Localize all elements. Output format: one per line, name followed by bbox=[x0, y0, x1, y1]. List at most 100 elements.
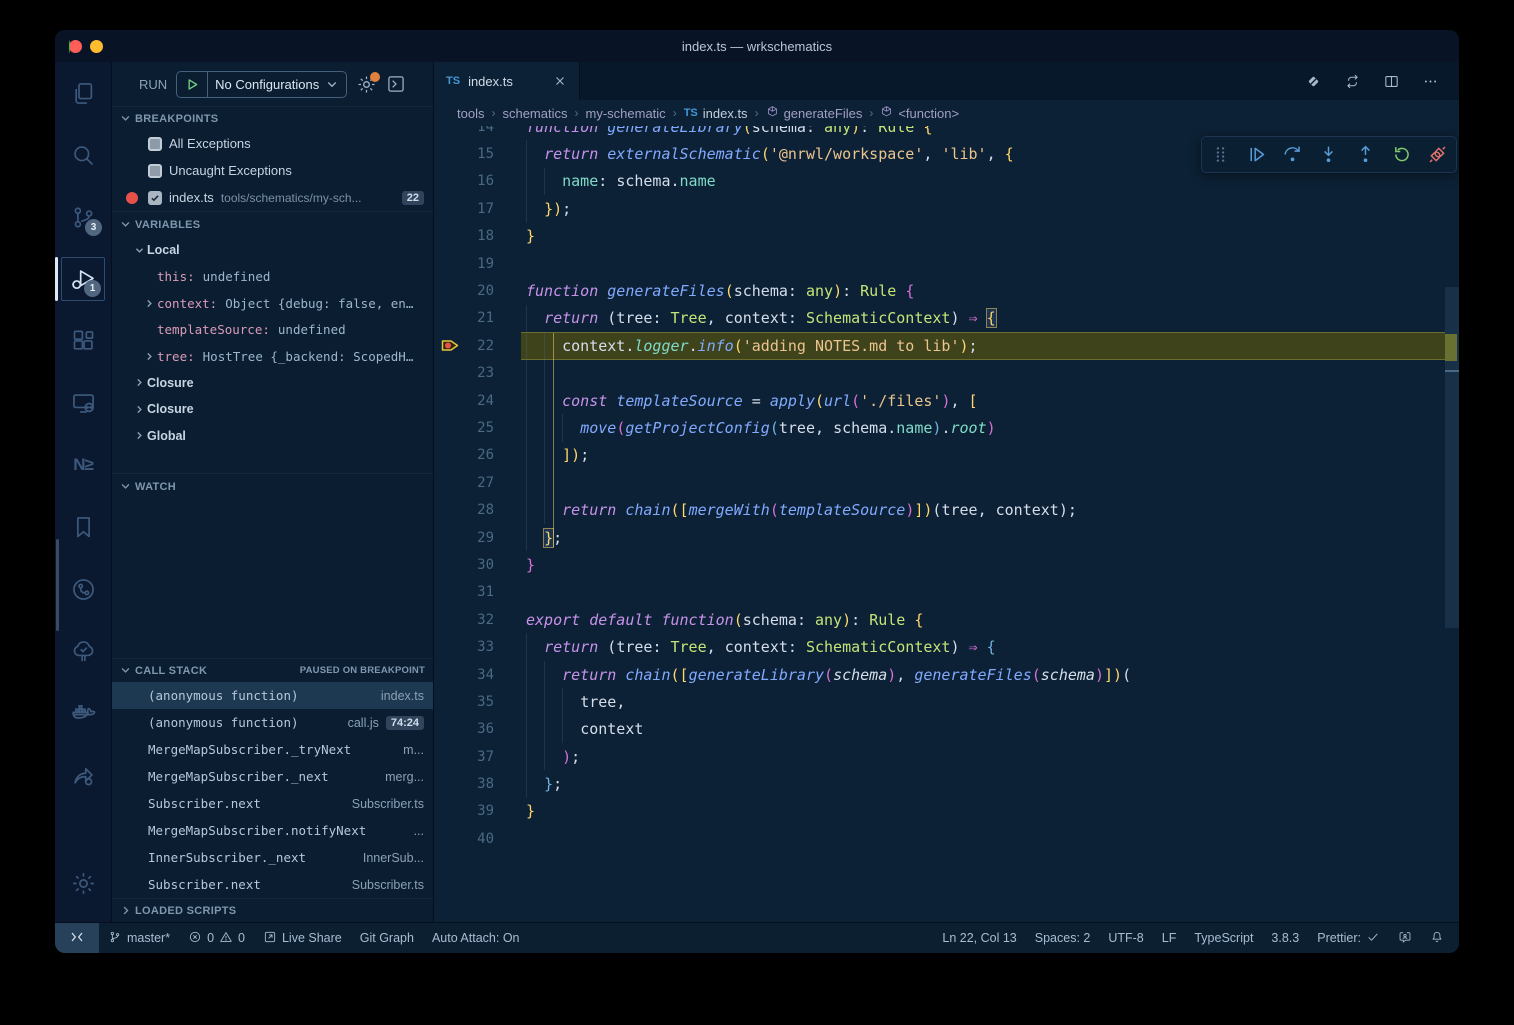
auto-attach-status-item[interactable]: Auto Attach: On bbox=[423, 923, 529, 953]
symbol-icon bbox=[766, 105, 779, 121]
activity-item-run-and-debug[interactable]: 1 bbox=[55, 248, 111, 310]
feedback-status-item[interactable] bbox=[1389, 923, 1421, 953]
activity-item-bookmarks[interactable] bbox=[55, 496, 111, 558]
step-into-button[interactable] bbox=[1314, 140, 1344, 170]
activity-item-remote-explorer[interactable] bbox=[55, 372, 111, 434]
split-editor-icon[interactable] bbox=[1383, 73, 1400, 90]
open-changes-icon[interactable] bbox=[1305, 73, 1322, 90]
breadcrumb-item[interactable]: my-schematic bbox=[586, 106, 666, 121]
manage-button[interactable] bbox=[55, 852, 111, 914]
cursor-position-status-item[interactable]: Ln 22, Col 13 bbox=[933, 923, 1025, 953]
variable-row[interactable]: this:undefined bbox=[112, 264, 433, 291]
live-share-status-item[interactable]: Live Share bbox=[254, 923, 351, 953]
breadcrumb-item[interactable]: generateFiles bbox=[766, 105, 863, 121]
language-mode-status-item[interactable]: TypeScript bbox=[1185, 923, 1262, 953]
step-out-button[interactable] bbox=[1350, 140, 1380, 170]
frame-function: MergeMapSubscriber._next bbox=[148, 769, 329, 784]
breakpoint-path: tools/schematics/my-sch... bbox=[221, 191, 395, 205]
call-stack-frame[interactable]: MergeMapSubscriber._nextmerg... bbox=[112, 763, 433, 790]
line-number: 25 bbox=[434, 420, 494, 436]
activity-item-nx-console[interactable]: N≥ bbox=[55, 434, 111, 496]
more-actions-icon[interactable] bbox=[1422, 73, 1439, 90]
frame-function: InnerSubscriber._next bbox=[148, 850, 306, 865]
configure-gear-button[interactable] bbox=[356, 74, 377, 95]
frame-function: Subscriber.next bbox=[148, 796, 261, 811]
code-editor[interactable]: 14function generateLibrary(schema: any):… bbox=[434, 126, 1459, 922]
prettier-status-item[interactable]: Prettier: bbox=[1308, 923, 1389, 953]
variable-row[interactable]: tree:HostTree {_backend: ScopedH… bbox=[112, 343, 433, 370]
variable-row[interactable]: Global bbox=[112, 423, 433, 450]
code-line: 26 ]); bbox=[434, 442, 1445, 469]
breakpoint-row[interactable]: All Exceptions bbox=[112, 130, 433, 157]
activity-item-docker[interactable] bbox=[55, 682, 111, 744]
debug-console-button[interactable] bbox=[386, 74, 406, 94]
activity-item-extensions[interactable] bbox=[55, 310, 111, 372]
activity-item-search[interactable] bbox=[55, 124, 111, 186]
close-tab-icon[interactable] bbox=[553, 74, 567, 88]
indentation-status-item[interactable]: Spaces: 2 bbox=[1026, 923, 1100, 953]
breadcrumb-item[interactable]: <function> bbox=[880, 105, 959, 121]
frame-file: m... bbox=[393, 743, 424, 757]
breakpoint-row[interactable]: Uncaught Exceptions bbox=[112, 157, 433, 184]
maximize-window-button[interactable] bbox=[69, 40, 70, 53]
variable-row[interactable]: templateSource:undefined bbox=[112, 317, 433, 344]
git-branch-status-item[interactable]: master* bbox=[99, 923, 179, 953]
source-control-icon: 3 bbox=[61, 195, 105, 239]
restart-button[interactable] bbox=[1387, 140, 1417, 170]
problems-status-item[interactable]: 00 bbox=[179, 923, 254, 953]
breakpoint-row[interactable]: index.tstools/schematics/my-sch...22 bbox=[112, 184, 433, 211]
activity-item-source-control[interactable]: 3 bbox=[55, 186, 111, 248]
start-debug-icon[interactable] bbox=[185, 77, 200, 92]
call-stack-section-header[interactable]: CALL STACK PAUSED ON BREAKPOINT bbox=[112, 658, 433, 682]
ts-version-status-item[interactable]: 3.8.3 bbox=[1262, 923, 1308, 953]
launch-configuration-dropdown[interactable]: No Configurations bbox=[176, 71, 347, 98]
breadcrumb-separator: › bbox=[755, 106, 759, 120]
call-stack-frame[interactable]: (anonymous function)call.js74:24 bbox=[112, 709, 433, 736]
call-stack-frame[interactable]: Subscriber.nextSubscriber.ts bbox=[112, 790, 433, 817]
variable-row[interactable]: Closure bbox=[112, 370, 433, 397]
code-text: ); bbox=[526, 748, 580, 766]
breakpoint-checkbox[interactable] bbox=[148, 164, 162, 178]
code-text: return externalSchematic('@nrwl/workspac… bbox=[526, 145, 1014, 163]
git-graph-status-item[interactable]: Git Graph bbox=[351, 923, 423, 953]
activity-item-testing[interactable] bbox=[55, 620, 111, 682]
breadcrumb-item[interactable]: schematics bbox=[502, 106, 567, 121]
activity-item-git-history[interactable] bbox=[55, 558, 111, 620]
configuration-name[interactable]: No Configurations bbox=[215, 77, 319, 92]
breadcrumb-item[interactable]: TSindex.ts bbox=[684, 106, 748, 121]
loaded-scripts-section-header[interactable]: LOADED SCRIPTS bbox=[112, 898, 433, 922]
breadcrumb-item[interactable]: tools bbox=[457, 106, 484, 121]
step-over-button[interactable] bbox=[1278, 140, 1308, 170]
window-controls bbox=[69, 40, 103, 53]
status-bar: master*00Live ShareGit GraphAuto Attach:… bbox=[55, 922, 1459, 953]
variable-name: tree: bbox=[157, 349, 195, 364]
frame-function: MergeMapSubscriber._tryNext bbox=[148, 742, 351, 757]
encoding-status-item[interactable]: UTF-8 bbox=[1099, 923, 1152, 953]
activity-item-live-share-activity[interactable] bbox=[55, 744, 111, 806]
chevron-down-icon bbox=[132, 245, 147, 256]
variables-section-header[interactable]: VARIABLES bbox=[112, 211, 433, 237]
watch-section-header[interactable]: WATCH bbox=[112, 473, 433, 499]
call-stack-frame[interactable]: (anonymous function)index.ts bbox=[112, 682, 433, 709]
call-stack-frame[interactable]: Subscriber.nextSubscriber.ts bbox=[112, 871, 433, 898]
call-stack-frame[interactable]: MergeMapSubscriber._tryNext m... bbox=[112, 736, 433, 763]
variable-row[interactable]: Local bbox=[112, 237, 433, 264]
notifications-status-item[interactable] bbox=[1421, 923, 1453, 953]
continue-button[interactable] bbox=[1241, 140, 1271, 170]
close-window-button[interactable] bbox=[69, 40, 82, 53]
activity-item-explorer[interactable] bbox=[55, 62, 111, 124]
variable-row[interactable]: Closure bbox=[112, 396, 433, 423]
variable-row[interactable]: context:Object {debug: false, en… bbox=[112, 290, 433, 317]
call-stack-frame[interactable]: MergeMapSubscriber.notifyNext... bbox=[112, 817, 433, 844]
breakpoints-section-header[interactable]: BREAKPOINTS bbox=[112, 106, 433, 130]
call-stack-frame[interactable]: InnerSubscriber._nextInnerSub... bbox=[112, 844, 433, 871]
compare-changes-icon[interactable] bbox=[1344, 73, 1361, 90]
eol-status-item[interactable]: LF bbox=[1153, 923, 1186, 953]
run-label: RUN bbox=[139, 77, 167, 92]
breakpoint-checkbox[interactable] bbox=[148, 137, 162, 151]
remote-indicator-status-item[interactable] bbox=[55, 923, 99, 953]
disconnect-button[interactable] bbox=[1423, 140, 1453, 170]
tab-index-ts[interactable]: TS index.ts bbox=[434, 62, 580, 100]
breakpoint-checkbox[interactable] bbox=[148, 191, 162, 205]
minimize-window-button[interactable] bbox=[90, 40, 103, 53]
